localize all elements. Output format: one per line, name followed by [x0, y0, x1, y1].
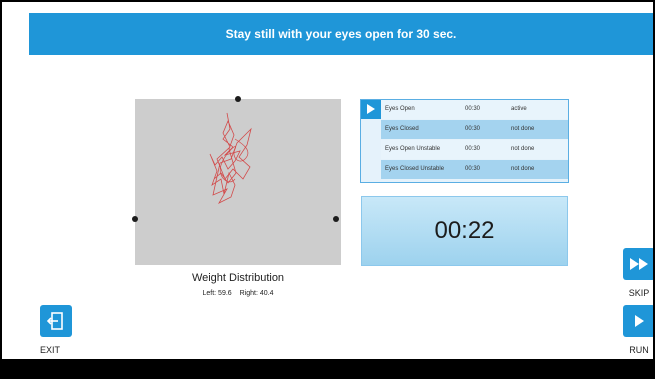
- sway-plot: [132, 96, 341, 265]
- run-label: RUN: [629, 345, 649, 355]
- test-table: Eyes Open 00:30 active Eyes Closed 00:30…: [360, 99, 569, 183]
- fast-forward-icon: [630, 258, 648, 270]
- test-name: Eyes Closed: [385, 126, 419, 132]
- exit-button[interactable]: [40, 305, 72, 337]
- right-weight: Right: 40.4: [239, 290, 274, 297]
- instruction-banner: Stay still with your eyes open for 30 se…: [29, 13, 653, 55]
- table-row[interactable]: Eyes Closed Unstable 00:30 not done: [381, 160, 568, 179]
- table-row[interactable]: Eyes Open Unstable 00:30 not done: [381, 140, 568, 159]
- play-icon: [367, 104, 375, 114]
- left-weight: Left: 59.6: [202, 290, 232, 297]
- current-test-indicator: [361, 100, 381, 119]
- test-time: 00:30: [465, 126, 481, 132]
- test-status: not done: [511, 166, 535, 172]
- skip-label: SKIP: [628, 288, 650, 298]
- exit-label: EXIT: [40, 345, 61, 355]
- instruction-text: Stay still with your eyes open for 30 se…: [225, 27, 457, 41]
- timer-value: 00:22: [434, 217, 495, 244]
- table-row[interactable]: Eyes Open 00:30 active: [381, 100, 568, 119]
- weight-distribution-title: Weight Distribution: [191, 272, 285, 284]
- test-status: not done: [511, 146, 535, 152]
- test-status: active: [511, 106, 527, 112]
- test-time: 00:30: [465, 166, 481, 172]
- countdown-timer: 00:22: [361, 196, 568, 266]
- test-name: Eyes Open Unstable: [385, 146, 441, 152]
- skip-button[interactable]: [623, 248, 653, 280]
- test-time: 00:30: [465, 146, 481, 152]
- table-row[interactable]: Eyes Closed 00:30 not done: [381, 120, 568, 139]
- test-name: Eyes Closed Unstable: [385, 166, 445, 172]
- sway-trace: [209, 112, 252, 204]
- sway-trace-path: [209, 112, 252, 204]
- screen: Stay still with your eyes open for 30 se…: [2, 2, 653, 359]
- test-time: 00:30: [465, 106, 481, 112]
- test-name: Eyes Open: [385, 106, 415, 112]
- window-frame: Stay still with your eyes open for 30 se…: [0, 0, 655, 379]
- weight-distribution-values: Left: 59.6 Right: 40.4: [135, 290, 341, 297]
- test-status: not done: [511, 126, 535, 132]
- exit-door-icon: [46, 312, 63, 330]
- play-icon: [634, 315, 644, 327]
- run-button[interactable]: [623, 305, 653, 337]
